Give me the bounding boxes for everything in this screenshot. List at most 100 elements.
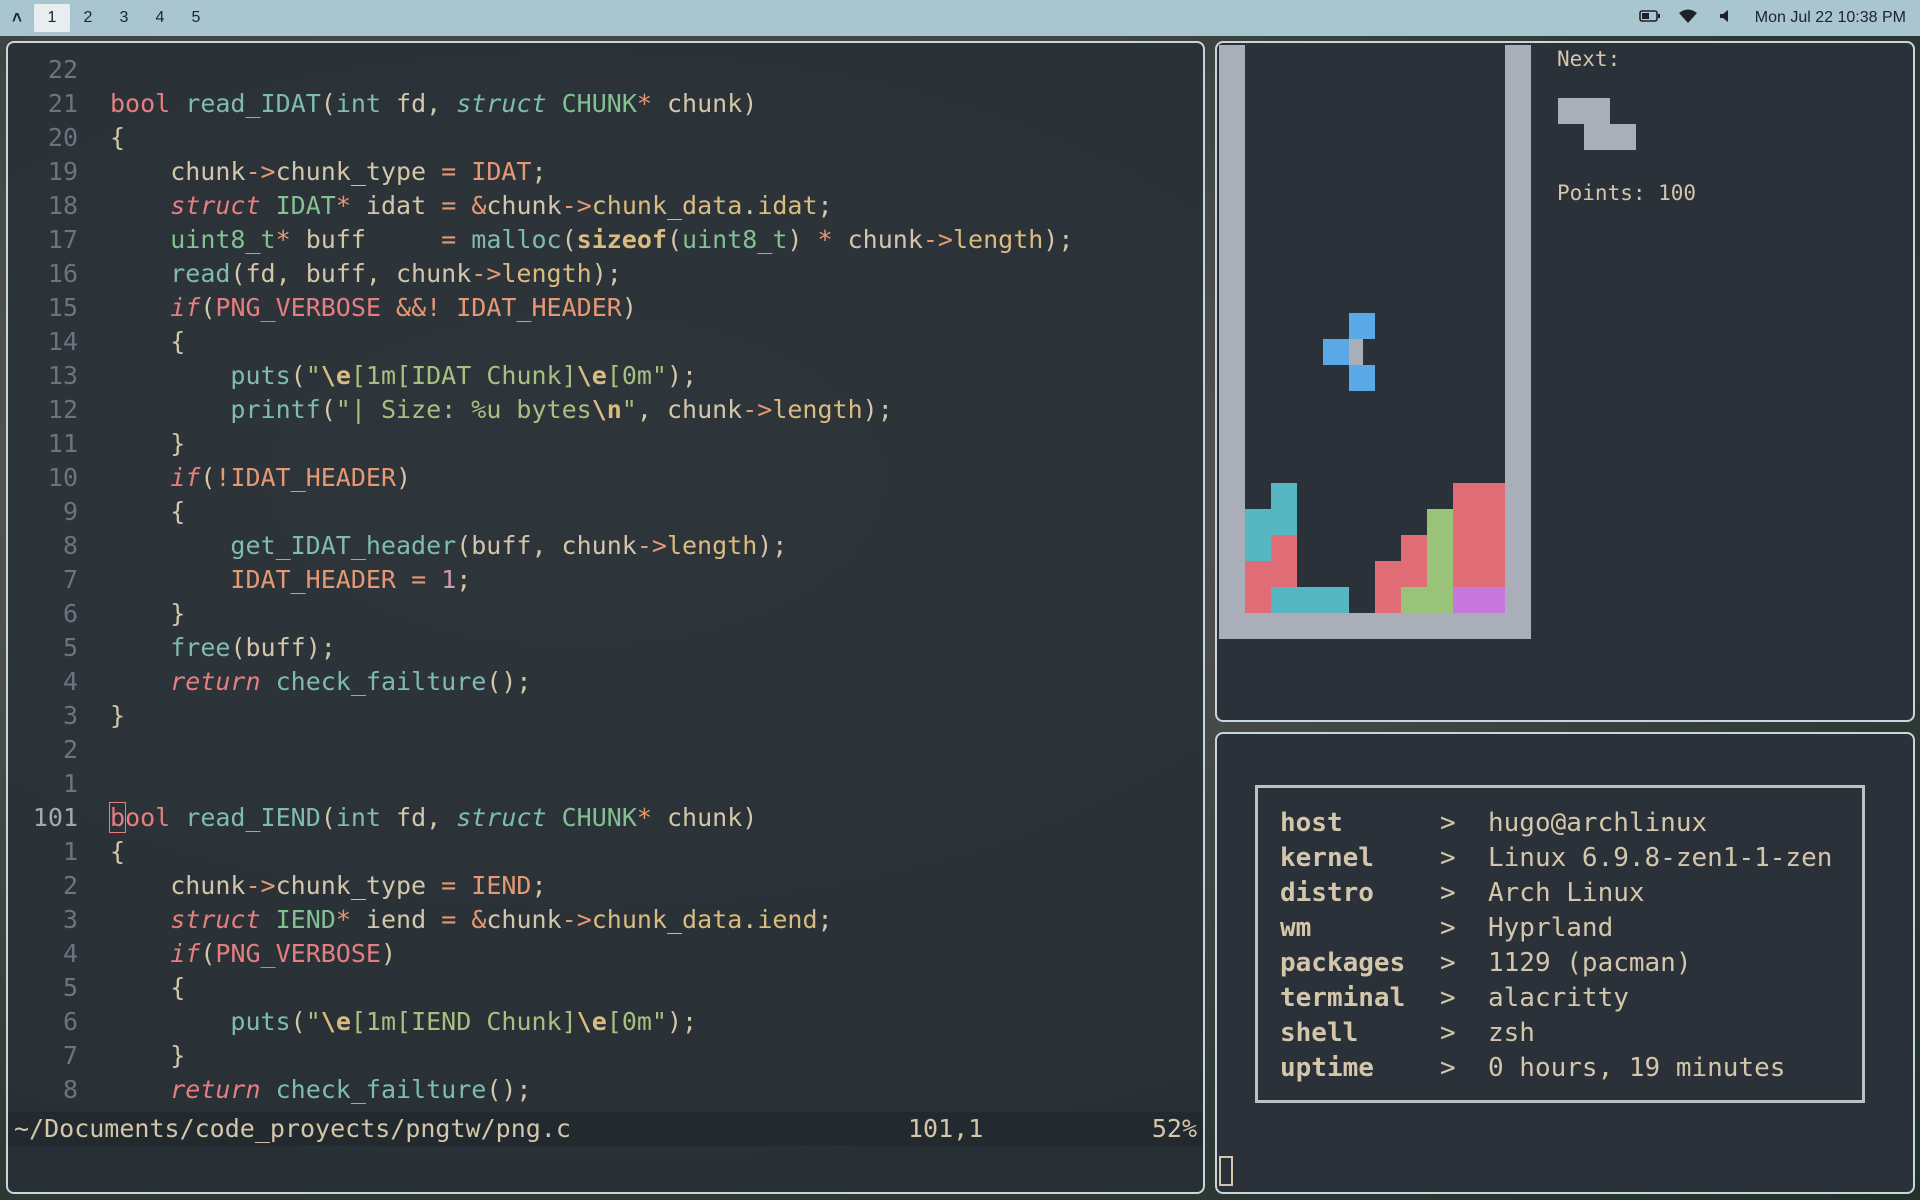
text-cursor: b	[108, 802, 127, 833]
line-number: 4	[62, 667, 78, 696]
file-path: ~/Documents/code_proyects/pngtw/png.c	[14, 1114, 571, 1143]
info-value: Hyprland	[1488, 913, 1614, 943]
code-line: 3 struct IEND* iend = &chunk->chunk_data…	[8, 903, 1203, 937]
code-line: 17 uint8_t* buff = malloc(sizeof(uint8_t…	[8, 223, 1203, 257]
info-arrow: >	[1440, 1018, 1456, 1048]
info-value: 0 hours, 19 minutes	[1488, 1053, 1786, 1083]
tetris-window[interactable]: Next: Points: 100	[1215, 41, 1915, 722]
info-key: uptime	[1280, 1053, 1374, 1083]
code-text: uint8_t* buff = malloc(sizeof(uint8_t) *…	[170, 225, 1074, 254]
workspace-4-button[interactable]: 4	[142, 4, 178, 32]
code-line: 2 chunk->chunk_type = IEND;	[8, 869, 1203, 903]
stack-block	[1453, 535, 1479, 561]
info-key: host	[1280, 808, 1343, 838]
info-row-host: host > hugo@archlinux	[1280, 806, 1862, 841]
code-text: return check_failture();	[170, 667, 532, 696]
code-text: free(buff);	[170, 633, 336, 662]
code-text: struct IDAT* idat = &chunk->chunk_data.i…	[170, 191, 833, 220]
info-value: hugo@archlinux	[1488, 808, 1708, 838]
line-number: 8	[62, 1075, 78, 1104]
code-line: 16 read(fd, buff, chunk->length);	[8, 257, 1203, 291]
info-key: distro	[1280, 878, 1374, 908]
stack-block	[1427, 561, 1453, 587]
code-text: }	[110, 1041, 186, 1070]
workspace-3-button[interactable]: 3	[106, 4, 142, 32]
code-line: 5 free(buff);	[8, 631, 1203, 665]
code-line: 18 struct IDAT* idat = &chunk->chunk_dat…	[8, 189, 1203, 223]
line-number: 18	[47, 191, 78, 220]
code-text: }	[110, 429, 186, 458]
line-number: 1	[62, 837, 78, 866]
info-key: terminal	[1280, 983, 1406, 1013]
stack-block	[1271, 483, 1297, 509]
info-value: zsh	[1488, 1018, 1535, 1048]
battery-icon[interactable]	[1631, 9, 1669, 27]
code-line: 10 if(!IDAT_HEADER)	[8, 461, 1203, 495]
top-bar: ˄ 1 2 3 4 5 Mon Jul 22 10:38 PM	[0, 0, 1920, 36]
editor-window[interactable]: 22 21 bool read_IDAT(int fd, struct CHUNK…	[6, 41, 1205, 1194]
code-text: if(PNG_VERBOSE &&! IDAT_HEADER)	[170, 293, 637, 322]
stack-block	[1271, 509, 1297, 535]
arch-logo-icon[interactable]: ˄	[0, 8, 34, 28]
line-number: 3	[62, 701, 78, 730]
info-arrow: >	[1440, 878, 1456, 908]
code-text: {	[110, 123, 126, 152]
workspace-2-button[interactable]: 2	[70, 4, 106, 32]
code-text: {	[110, 327, 186, 356]
code-line: 11 }	[8, 427, 1203, 461]
code-text: get_IDAT_header(buff, chunk->length);	[230, 531, 788, 560]
code-text: if(!IDAT_HEADER)	[170, 463, 412, 492]
code-text: chunk->chunk_type = IEND;	[110, 871, 547, 900]
info-row-shell: shell > zsh	[1280, 1016, 1862, 1051]
line-number: 1	[62, 769, 78, 798]
info-row-terminal: terminal > alacritty	[1280, 981, 1862, 1016]
line-number: 9	[62, 497, 78, 526]
workspace-1-button[interactable]: 1	[34, 4, 70, 32]
info-arrow: >	[1440, 1053, 1456, 1083]
line-number: 17	[47, 225, 78, 254]
code-text: {	[110, 973, 186, 1002]
line-number: 4	[62, 939, 78, 968]
stack-block	[1479, 587, 1505, 613]
code-line: 4 return check_failture();	[8, 665, 1203, 699]
line-number: 8	[62, 531, 78, 560]
line-number: 7	[62, 1041, 78, 1070]
stack-block	[1453, 509, 1479, 535]
stack-block	[1427, 587, 1453, 613]
code-line: 4 if(PNG_VERBOSE)	[8, 937, 1203, 971]
line-number: 14	[47, 327, 78, 356]
line-number: 15	[47, 293, 78, 322]
code-line: 9 {	[8, 495, 1203, 529]
info-value: Linux 6.9.8-zen1-1-zen	[1488, 843, 1833, 873]
next-label: Next:	[1557, 47, 1621, 71]
tetris-board[interactable]	[1219, 45, 1531, 639]
code-line: 7 IDAT_HEADER = 1;	[8, 563, 1203, 597]
info-value: 1129 (pacman)	[1488, 948, 1692, 978]
stack-block	[1375, 587, 1401, 613]
code-line: 6 puts("\e[1m[IEND Chunk]\e[0m");	[8, 1005, 1203, 1039]
line-number: 13	[47, 361, 78, 390]
code-line: 6 }	[8, 597, 1203, 631]
code-line: 1{	[8, 835, 1203, 869]
code-text: IDAT_HEADER = 1;	[230, 565, 472, 594]
code-line: 8 return check_failture();	[8, 1073, 1203, 1107]
wifi-icon[interactable]	[1669, 8, 1707, 29]
code-text: read(fd, buff, chunk->length);	[170, 259, 622, 288]
line-number: 2	[62, 735, 78, 764]
stack-block	[1245, 535, 1271, 561]
volume-icon[interactable]	[1707, 9, 1745, 28]
code-text: struct IEND* iend = &chunk->chunk_data.i…	[170, 905, 833, 934]
stack-block	[1375, 561, 1401, 587]
info-row-wm: wm > Hyprland	[1280, 911, 1862, 946]
stack-block	[1479, 535, 1505, 561]
info-key: wm	[1280, 913, 1312, 943]
next-piece-block	[1584, 98, 1610, 124]
code-line: 13 puts("\e[1m[IDAT Chunk]\e[0m");	[8, 359, 1203, 393]
terminal-window[interactable]: host > hugo@archlinux kernel > Linux 6.9.8-z…	[1215, 732, 1915, 1194]
clock[interactable]: Mon Jul 22 10:38 PM	[1755, 9, 1906, 27]
info-row-distro: distro > Arch Linux	[1280, 876, 1862, 911]
points-label: Points: 100	[1557, 181, 1697, 205]
line-number: 12	[47, 395, 78, 424]
code-area[interactable]: 22 21 bool read_IDAT(int fd, struct CHUNK…	[8, 53, 1203, 1107]
workspace-5-button[interactable]: 5	[178, 4, 214, 32]
